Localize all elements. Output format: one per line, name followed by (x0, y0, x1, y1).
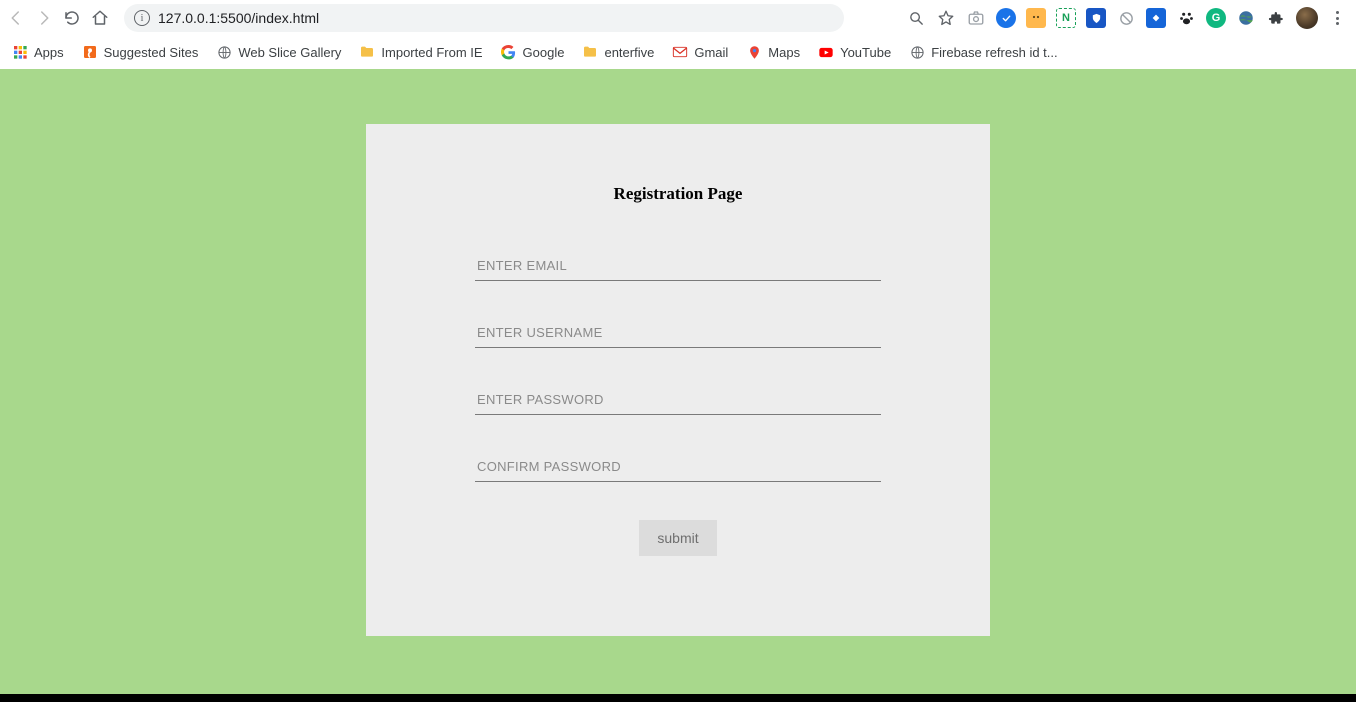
grammarly-ext-icon[interactable]: G (1206, 8, 1226, 28)
bookmark-label: Firebase refresh id t... (931, 45, 1057, 60)
folder-icon (582, 44, 598, 60)
google-bookmark[interactable]: Google (501, 44, 565, 60)
youtube-icon (818, 44, 834, 60)
gmail-bookmark[interactable]: Gmail (672, 44, 728, 60)
bookmarks-bar: Apps Suggested Sites Web Slice Gallery I… (0, 36, 1356, 69)
submit-row: submit (366, 520, 990, 556)
blue-shield-ext-icon[interactable] (1086, 8, 1106, 28)
google-icon (501, 44, 517, 60)
folder-icon (359, 44, 375, 60)
green-n-ext-icon[interactable]: N (1056, 8, 1076, 28)
password-input[interactable] (475, 386, 881, 415)
zoom-icon[interactable] (906, 8, 926, 28)
globe-icon (216, 44, 232, 60)
web-slice-bookmark[interactable]: Web Slice Gallery (216, 44, 341, 60)
taskbar-strip (0, 694, 1356, 702)
globe-ext-icon[interactable] (1236, 8, 1256, 28)
box-ext-icon[interactable] (1026, 8, 1046, 28)
firebase-bookmark[interactable]: Firebase refresh id t... (909, 44, 1057, 60)
bookmark-label: Suggested Sites (104, 45, 199, 60)
reload-button[interactable] (62, 8, 82, 28)
chrome-menu-icon[interactable] (1328, 8, 1346, 28)
username-input[interactable] (475, 319, 881, 348)
grey-nosign-ext-icon[interactable] (1116, 8, 1136, 28)
username-field-wrap (475, 319, 881, 348)
camera-ext-icon[interactable] (966, 8, 986, 28)
address-bar[interactable]: i 127.0.0.1:5500/index.html (124, 4, 844, 32)
home-button[interactable] (90, 8, 110, 28)
confirm-password-field-wrap (475, 453, 881, 482)
bookmark-label: YouTube (840, 45, 891, 60)
imported-ie-bookmark[interactable]: Imported From IE (359, 44, 482, 60)
site-info-icon[interactable]: i (134, 10, 150, 26)
dark-paw-ext-icon[interactable] (1176, 8, 1196, 28)
maps-bookmark[interactable]: Maps (746, 44, 800, 60)
bookmark-label: Apps (34, 45, 64, 60)
email-input[interactable] (475, 252, 881, 281)
page-viewport: Registration Page submit (0, 69, 1356, 694)
blue-square-ext-icon[interactable] (1146, 8, 1166, 28)
youtube-bookmark[interactable]: YouTube (818, 44, 891, 60)
url-text: 127.0.0.1:5500/index.html (158, 10, 319, 26)
bookmark-label: Web Slice Gallery (238, 45, 341, 60)
back-button[interactable] (6, 8, 26, 28)
email-field-wrap (475, 252, 881, 281)
suggested-sites-bookmark[interactable]: Suggested Sites (82, 44, 199, 60)
confirm-password-input[interactable] (475, 453, 881, 482)
browser-toolbar: i 127.0.0.1:5500/index.html N (0, 0, 1356, 36)
maps-icon (746, 44, 762, 60)
bookmark-label: Imported From IE (381, 45, 482, 60)
gmail-icon (672, 44, 688, 60)
blue-check-ext-icon[interactable] (996, 8, 1016, 28)
submit-button[interactable]: submit (639, 520, 716, 556)
forward-button[interactable] (34, 8, 54, 28)
apps-bookmark[interactable]: Apps (12, 44, 64, 60)
globe-icon (909, 44, 925, 60)
password-field-wrap (475, 386, 881, 415)
bookmark-label: enterfive (604, 45, 654, 60)
apps-icon (12, 44, 28, 60)
suggested-icon (82, 44, 98, 60)
profile-avatar[interactable] (1296, 7, 1318, 29)
star-icon[interactable] (936, 8, 956, 28)
extensions-puzzle-icon[interactable] (1266, 8, 1286, 28)
bookmark-label: Google (523, 45, 565, 60)
bookmark-label: Maps (768, 45, 800, 60)
registration-card: Registration Page submit (366, 124, 990, 636)
enterfive-bookmark[interactable]: enterfive (582, 44, 654, 60)
bookmark-label: Gmail (694, 45, 728, 60)
page-title: Registration Page (366, 184, 990, 204)
toolbar-right-icons: N G (906, 7, 1350, 29)
